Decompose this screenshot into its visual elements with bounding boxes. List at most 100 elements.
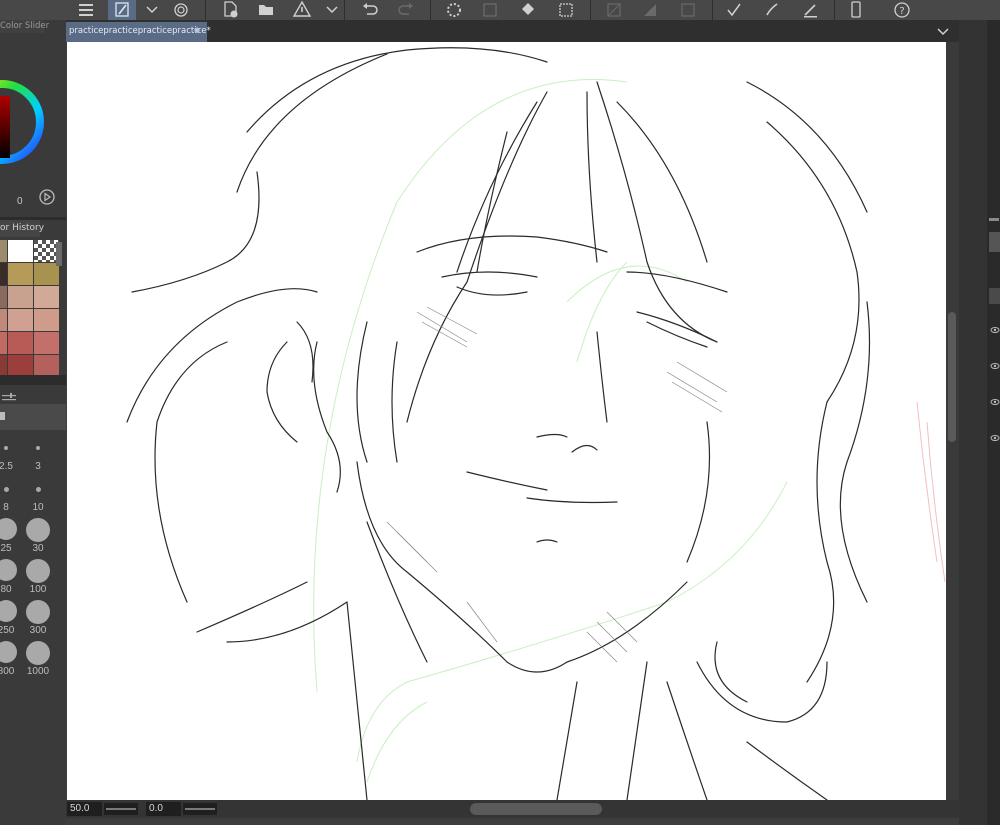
color-history-swatch[interactable] — [0, 240, 7, 262]
brush-size-label: 30 — [32, 543, 44, 554]
chevron-down-icon[interactable] — [318, 0, 338, 20]
brush-size-dot[interactable] — [35, 487, 41, 492]
help-icon[interactable]: ? — [888, 0, 916, 20]
color-history-swatch[interactable] — [8, 263, 33, 285]
rotation-field[interactable]: 0.0 — [146, 802, 181, 816]
right-layer-panel — [959, 20, 1000, 825]
status-bar: 50.0 0.0 — [66, 800, 959, 818]
settings-icon[interactable] — [0, 389, 20, 401]
color-slider-label: Color Slider — [0, 21, 50, 31]
document-tab-title: practicepracticepracticepractice* — [69, 26, 211, 36]
brush-size-dot[interactable] — [26, 518, 50, 542]
horizontal-scroll-thumb[interactable] — [470, 803, 602, 815]
layer-icon[interactable] — [674, 0, 702, 20]
spiral-icon[interactable] — [167, 0, 195, 20]
zoom-field[interactable]: 50.0 — [67, 802, 102, 816]
folder-open-icon[interactable] — [252, 0, 280, 20]
brush-size-header — [0, 404, 66, 430]
undo-icon[interactable] — [356, 0, 384, 20]
color-history-swatch[interactable] — [8, 332, 33, 354]
toolbar-divider — [205, 0, 206, 20]
pen-edit-icon[interactable] — [108, 0, 136, 20]
document-tab[interactable]: practicepracticepracticepractice* ● — [66, 22, 211, 42]
color-history-label: or History — [0, 223, 45, 233]
document-tab-bar: practicepracticepracticepractice* ● — [66, 20, 959, 42]
brush-size-label: 250 — [0, 625, 15, 636]
warning-icon[interactable] — [288, 0, 316, 20]
brush-size-dot[interactable] — [0, 600, 17, 622]
color-history-swatch[interactable] — [8, 286, 33, 308]
svg-text:?: ? — [899, 6, 904, 17]
gradient-icon[interactable] — [636, 0, 664, 20]
brush-size-grid: 2.5 3 8 10 25 30 80 100 250 300 800 1000 — [0, 432, 66, 702]
color-wheel[interactable] — [0, 34, 66, 214]
brush-size-dot[interactable] — [26, 559, 50, 583]
play-icon[interactable] — [38, 188, 56, 206]
layer-thumbnail[interactable] — [989, 232, 1000, 252]
check-pen-icon[interactable] — [720, 0, 748, 20]
loading-icon[interactable] — [440, 0, 468, 20]
brush-icon[interactable] — [758, 0, 786, 20]
new-file-icon[interactable] — [216, 0, 244, 20]
brush-size-dot[interactable] — [36, 446, 40, 450]
redo-icon[interactable] — [392, 0, 420, 20]
color-history-swatch[interactable] — [0, 355, 7, 377]
eye-icon[interactable] — [990, 392, 1000, 405]
color-history-swatch[interactable] — [8, 355, 33, 377]
zoom-slider[interactable] — [104, 803, 138, 815]
toolbar-divider — [590, 0, 591, 20]
color-history-swatch[interactable] — [0, 332, 7, 354]
brush-size-label: 80 — [0, 584, 12, 595]
color-slider-tab[interactable]: Color Slider — [0, 20, 49, 33]
brush-size-label: 10 — [32, 502, 44, 513]
canvas-vertical-scrollbar[interactable] — [946, 42, 959, 800]
color-history-swatch[interactable] — [0, 309, 7, 331]
toolbar-divider — [834, 0, 835, 20]
brush-size-label: 800 — [0, 666, 15, 677]
brush-size-dot[interactable] — [0, 641, 17, 663]
color-history-swatch[interactable] — [34, 355, 59, 377]
hatch-icon[interactable] — [600, 0, 628, 20]
tablet-icon[interactable] — [842, 0, 870, 20]
brush-size-dot[interactable] — [4, 446, 8, 450]
rotation-slider[interactable] — [183, 803, 217, 815]
brush-size-dot[interactable] — [3, 487, 9, 492]
layer-thumbnail[interactable] — [989, 288, 1000, 304]
chevron-down-icon[interactable] — [935, 24, 951, 38]
brush-size-dot[interactable] — [0, 518, 17, 540]
transform-icon[interactable] — [476, 0, 504, 20]
brush-size-dot[interactable] — [0, 559, 17, 581]
color-history-swatch[interactable] — [8, 309, 33, 331]
brush-size-label: 2.5 — [0, 461, 13, 472]
selection-icon[interactable] — [552, 0, 580, 20]
history-scrollbar[interactable] — [56, 242, 62, 266]
color-history-swatch[interactable] — [34, 332, 59, 354]
toolbar-divider — [712, 0, 713, 20]
color-history-tab[interactable]: or History — [0, 220, 44, 237]
left-tool-panel: Color Slider 0 or History 2.5 3 8 10 25 30 80 1… — [0, 20, 66, 825]
main-toolbar: ? — [0, 0, 1000, 20]
brush-size-dot[interactable] — [26, 641, 50, 665]
eye-icon[interactable] — [990, 428, 1000, 441]
toolbar-divider — [430, 0, 431, 20]
chevron-down-icon[interactable] — [138, 0, 158, 20]
color-history-swatch[interactable] — [8, 240, 33, 262]
eye-icon[interactable] — [990, 320, 1000, 333]
eye-icon[interactable] — [990, 356, 1000, 369]
fill-bucket-icon[interactable] — [514, 0, 542, 20]
brush-size-label: 3 — [35, 461, 41, 472]
scroll-thumb[interactable] — [948, 312, 956, 442]
color-history-swatch[interactable] — [34, 309, 59, 331]
brush-size-dot[interactable] — [26, 600, 50, 624]
color-history-swatch[interactable] — [34, 286, 59, 308]
color-history-swatch[interactable] — [0, 286, 7, 308]
menu-icon[interactable] — [72, 0, 100, 20]
color-history-swatch[interactable] — [34, 263, 59, 285]
color-history-swatch[interactable] — [0, 263, 7, 285]
brush-size-label: 100 — [29, 584, 47, 595]
pencil-icon[interactable] — [796, 0, 824, 20]
document-unsaved-dot[interactable]: ● — [194, 26, 200, 34]
brush-size-label: 300 — [29, 625, 47, 636]
drawing-canvas[interactable] — [67, 42, 946, 800]
panel-grip[interactable] — [989, 218, 999, 221]
